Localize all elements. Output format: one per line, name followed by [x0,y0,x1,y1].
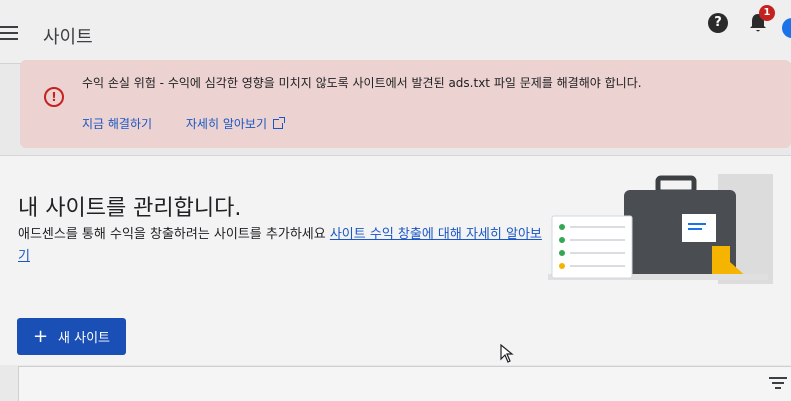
mouse-cursor-icon [500,344,514,363]
alert-actions: 지금 해결하기 자세히 알아보기 [82,115,313,132]
avatar[interactable] [782,18,791,38]
learn-more-label: 자세히 알아보기 [185,117,267,131]
alert-icon: ! [44,87,64,107]
menu-icon[interactable] [0,26,20,42]
card-title: 내 사이트를 관리합니다. [18,196,242,221]
briefcase-illustration [548,174,773,284]
page-title: 사이트 [43,27,93,48]
new-site-label: 새 사이트 [58,331,111,346]
alert-message: 수익 손실 위험 - 수익에 심각한 영향을 미치지 않도록 사이트에서 발견된… [82,76,642,90]
notification-badge: 1 [759,5,775,21]
top-app-bar: 사이트 ? 1 [0,0,791,64]
filter-icon[interactable] [769,377,787,391]
description-text: 애드센스를 통해 수익을 창출하려는 사이트를 추가하세요 [18,227,330,242]
card-description: 애드센스를 통해 수익을 창출하려는 사이트를 추가하세요 사이트 수익 창출에… [18,224,548,268]
external-link-icon [273,116,285,129]
help-icon[interactable]: ? [708,13,728,33]
ads-txt-alert-banner: ! 수익 손실 위험 - 수익에 심각한 영향을 미치지 않도록 사이트에서 발… [20,60,791,148]
plus-icon: + [32,325,49,347]
new-site-button[interactable]: + 새 사이트 [17,318,126,355]
sites-table [18,366,791,401]
manage-sites-card: 내 사이트를 관리합니다. 애드센스를 통해 수익을 창출하려는 사이트를 추가… [0,155,791,365]
learn-more-link[interactable]: 자세히 알아보기 [185,115,285,132]
fix-now-label: 지금 해결하기 [82,117,153,131]
fix-now-link[interactable]: 지금 해결하기 [82,115,152,132]
